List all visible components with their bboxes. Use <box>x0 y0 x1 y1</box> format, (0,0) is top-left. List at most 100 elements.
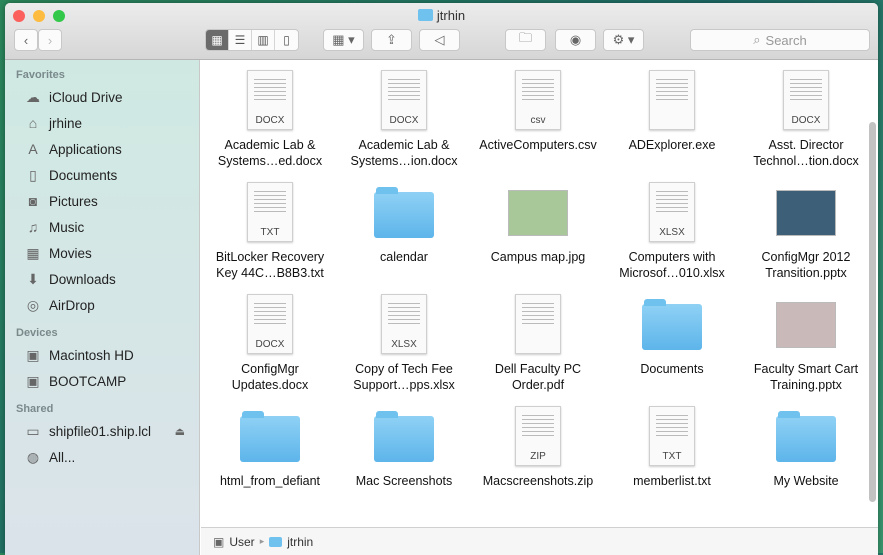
image-thumbnail-icon <box>776 180 836 242</box>
search-field[interactable]: ⌕ Search <box>690 29 870 51</box>
sidebar-item-icloud-drive[interactable]: ☁ iCloud Drive <box>5 84 199 110</box>
window-title: jtrhin <box>5 8 878 23</box>
file-item[interactable]: DOCX ConfigMgr Updates.docx <box>203 284 337 396</box>
document-icon: DOCX <box>374 68 434 130</box>
sidebar-item-bootcamp[interactable]: ▣ BOOTCAMP <box>5 368 199 394</box>
sidebar-item-downloads[interactable]: ⬇ Downloads <box>5 266 199 292</box>
file-type-badge: DOCX <box>389 115 419 126</box>
search-icon: ⌕ <box>753 32 761 47</box>
coverflow-view-icon[interactable]: ▯ <box>275 30 298 50</box>
file-name: Asst. Director Technol…tion.docx <box>753 138 859 168</box>
applications-icon: A <box>28 141 38 157</box>
list-view-icon[interactable]: ☰ <box>229 30 252 50</box>
sidebar-item-label: Pictures <box>49 193 98 209</box>
file-item[interactable]: Campus map.jpg <box>471 172 605 284</box>
file-item[interactable]: DOCX Academic Lab & Systems…ed.docx <box>203 60 337 172</box>
sidebar-section-header: Devices <box>16 327 58 339</box>
computer-icon: ▭ <box>26 422 40 439</box>
image-thumbnail-icon <box>508 180 568 242</box>
file-name: Faculty Smart Cart Training.pptx <box>753 362 859 392</box>
file-item[interactable]: TXT memberlist.txt <box>605 396 739 508</box>
file-name: calendar <box>380 250 428 264</box>
vertical-scrollbar[interactable] <box>869 122 876 502</box>
sidebar-section-header: Favorites <box>16 69 65 81</box>
file-name: Computers with Microsof…010.xlsx <box>619 250 725 280</box>
file-item[interactable]: csv ActiveComputers.csv <box>471 60 605 172</box>
file-item[interactable]: XLSX Computers with Microsof…010.xlsx <box>605 172 739 284</box>
sidebar-item-label: jrhine <box>49 115 83 131</box>
new-folder-button[interactable]: 🗀 <box>505 29 546 51</box>
file-type-badge: csv <box>530 115 546 126</box>
share-icon: ⇪ <box>386 32 397 47</box>
file-item[interactable]: DOCX Academic Lab & Systems…ion.docx <box>337 60 471 172</box>
file-item[interactable]: calendar <box>337 172 471 284</box>
column-view-icon[interactable]: ▥ <box>252 30 275 50</box>
network-icon: ◍ <box>26 448 40 465</box>
action-button[interactable]: ⚙ ▾ <box>603 29 644 51</box>
sidebar-item-label: shipfile01.ship.lcl <box>49 423 152 439</box>
file-type-badge: TXT <box>662 451 682 462</box>
file-item[interactable]: html_from_defiant <box>203 396 337 508</box>
back-button[interactable]: ‹ <box>14 29 38 51</box>
sidebar-item-shipfile01-ship-lcl[interactable]: ▭ shipfile01.ship.lcl ⏏ <box>5 418 199 444</box>
sidebar-item-label: Downloads <box>49 271 116 287</box>
sidebar-item-documents[interactable]: ▯ Documents <box>5 162 199 188</box>
file-name: Academic Lab & Systems…ion.docx <box>350 138 458 168</box>
forward-button[interactable]: › <box>38 29 62 51</box>
quick-look-button[interactable]: ◉ <box>555 29 596 51</box>
icon-view-icon[interactable]: ▦ <box>206 30 229 50</box>
folder-icon <box>417 9 433 21</box>
document-icon: XLSX <box>374 292 434 354</box>
documents-icon: ▯ <box>29 166 37 183</box>
file-item[interactable]: My Website <box>739 396 873 508</box>
file-item[interactable]: TXT BitLocker Recovery Key 44C…B8B3.txt <box>203 172 337 284</box>
document-icon: XLSX <box>642 180 702 242</box>
path-item-user[interactable]: User <box>229 535 254 549</box>
view-mode-control[interactable]: ▦ ☰ ▥ ▯ <box>205 29 299 51</box>
sidebar-item-pictures[interactable]: ◙ Pictures <box>5 188 199 214</box>
hard-drive-icon: ▣ <box>26 346 40 363</box>
file-type-badge: ZIP <box>530 451 546 462</box>
tag-button[interactable]: ◁ <box>419 29 460 51</box>
path-item-jtrhin[interactable]: jtrhin <box>287 535 313 549</box>
file-type-badge: DOCX <box>255 339 285 350</box>
eject-icon[interactable]: ⏏ <box>175 425 185 438</box>
folder-icon <box>240 404 300 466</box>
file-item[interactable]: Documents <box>605 284 739 396</box>
gear-icon: ⚙ ▾ <box>612 32 635 47</box>
file-item[interactable]: Faculty Smart Cart Training.pptx <box>739 284 873 396</box>
sidebar-item-all[interactable]: ◍ All... <box>5 444 199 470</box>
path-bar: ▣ User ▸ jtrhin <box>201 527 878 555</box>
sidebar-item-label: Movies <box>49 245 92 261</box>
sidebar-item-jrhine[interactable]: ⌂ jrhine <box>5 110 199 136</box>
file-item[interactable]: Dell Faculty PC Order.pdf <box>471 284 605 396</box>
film-icon: ▦ <box>26 244 40 261</box>
document-icon <box>508 292 568 354</box>
hard-drive-icon: ▣ <box>213 534 225 549</box>
path-separator: ▸ <box>259 536 265 546</box>
file-type-badge: TXT <box>260 227 280 238</box>
file-name: My Website <box>773 474 839 488</box>
document-icon: DOCX <box>240 292 300 354</box>
file-item[interactable]: ConfigMgr 2012 Transition.pptx <box>739 172 873 284</box>
sidebar-item-macintosh-hd[interactable]: ▣ Macintosh HD <box>5 342 199 368</box>
file-item[interactable]: ADExplorer.exe <box>605 60 739 172</box>
file-name: ADExplorer.exe <box>628 138 716 152</box>
file-item[interactable]: XLSX Copy of Tech Fee Support…pps.xlsx <box>337 284 471 396</box>
file-name: BitLocker Recovery Key 44C…B8B3.txt <box>215 250 325 280</box>
file-item[interactable]: Mac Screenshots <box>337 396 471 508</box>
folder-icon <box>269 536 283 547</box>
sidebar-item-music[interactable]: ♫ Music <box>5 214 199 240</box>
sidebar-item-movies[interactable]: ▦ Movies <box>5 240 199 266</box>
file-item[interactable]: DOCX Asst. Director Technol…tion.docx <box>739 60 873 172</box>
share-button[interactable]: ⇪ <box>371 29 412 51</box>
document-icon: TXT <box>240 180 300 242</box>
document-icon: DOCX <box>776 68 836 130</box>
sidebar-item-applications[interactable]: A Applications <box>5 136 199 162</box>
arrange-button[interactable]: ▦ ▾ <box>323 29 364 51</box>
file-item[interactable]: ZIP Macscreenshots.zip <box>471 396 605 508</box>
document-icon: csv <box>508 68 568 130</box>
file-name: ConfigMgr Updates.docx <box>231 362 309 392</box>
sidebar-item-label: Macintosh HD <box>49 347 134 363</box>
sidebar-item-airdrop[interactable]: ◎ AirDrop <box>5 292 199 318</box>
